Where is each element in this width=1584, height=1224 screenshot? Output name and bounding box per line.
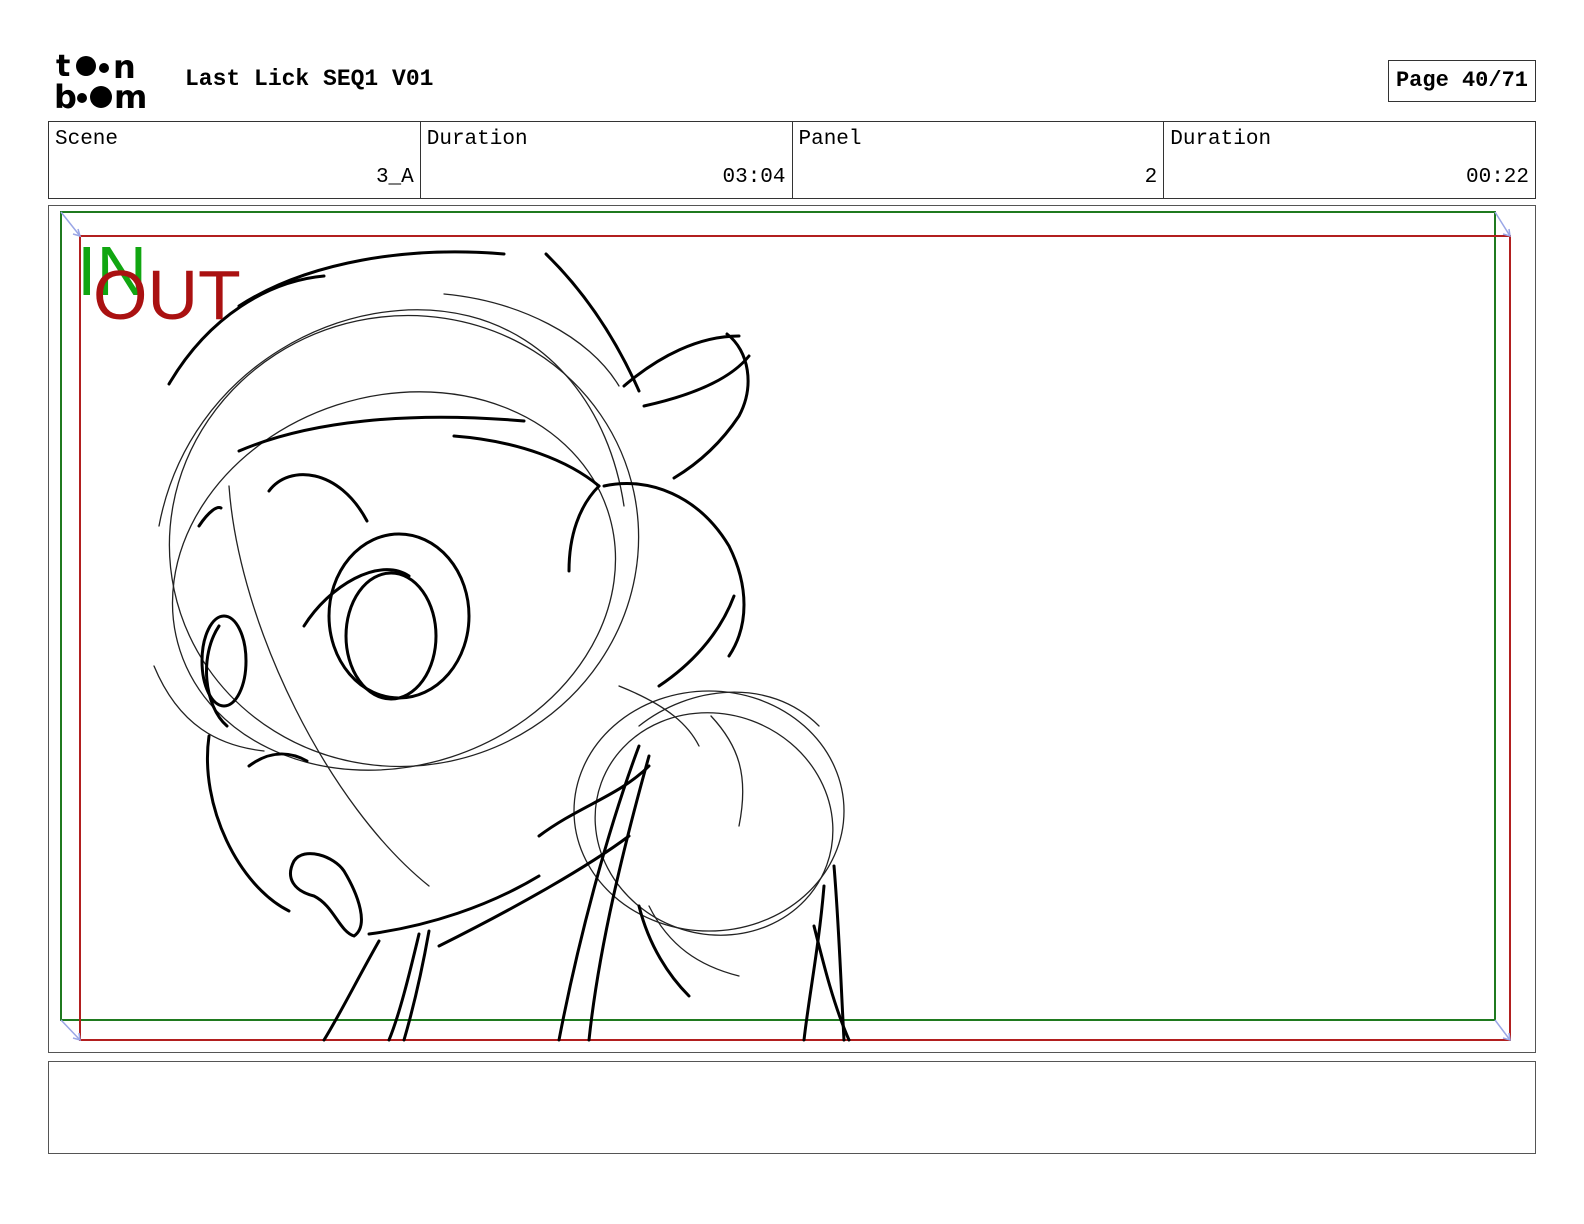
panel-notes-box	[48, 1061, 1536, 1154]
panel-duration-value: 00:22	[1465, 166, 1529, 189]
storyboard-header: t n b m Last Lick SEQ1 V01 Page 40/71	[48, 48, 1536, 116]
sketch-contour-lines	[167, 250, 851, 1042]
storyboard-panel: IN OUT	[48, 205, 1536, 1053]
toon-boom-logo-mark: t n b m	[54, 48, 147, 116]
scene-value: 3_A	[375, 166, 414, 189]
scene-duration-cell: Duration 03:04	[421, 122, 793, 198]
out-camera-frame	[79, 235, 1511, 1041]
sketch-construction-lines	[153, 293, 845, 977]
panel-duration-cell: Duration 00:22	[1164, 122, 1535, 198]
toon-boom-logo: t n b m	[52, 48, 164, 116]
panel-drawing	[60, 211, 1511, 1042]
out-frame-label: OUT	[93, 256, 241, 334]
scene-label: Scene	[55, 128, 119, 151]
panel-value: 2	[1144, 166, 1158, 189]
document-title: Last Lick SEQ1 V01	[185, 66, 434, 92]
scene-cell: Scene 3_A	[49, 122, 421, 198]
scene-duration-label: Duration	[426, 128, 528, 151]
svg-text:m: m	[114, 78, 147, 110]
scene-info-table: Scene 3_A Duration 03:04 Panel 2 Duratio…	[48, 121, 1536, 199]
svg-text:b: b	[54, 78, 77, 110]
panel-duration-label: Duration	[1170, 128, 1272, 151]
panel-label: Panel	[798, 128, 862, 151]
page-indicator: Page 40/71	[1387, 60, 1536, 102]
in-camera-frame	[60, 211, 1496, 1021]
scene-duration-value: 03:04	[722, 166, 786, 189]
panel-cell: Panel 2	[793, 122, 1165, 198]
